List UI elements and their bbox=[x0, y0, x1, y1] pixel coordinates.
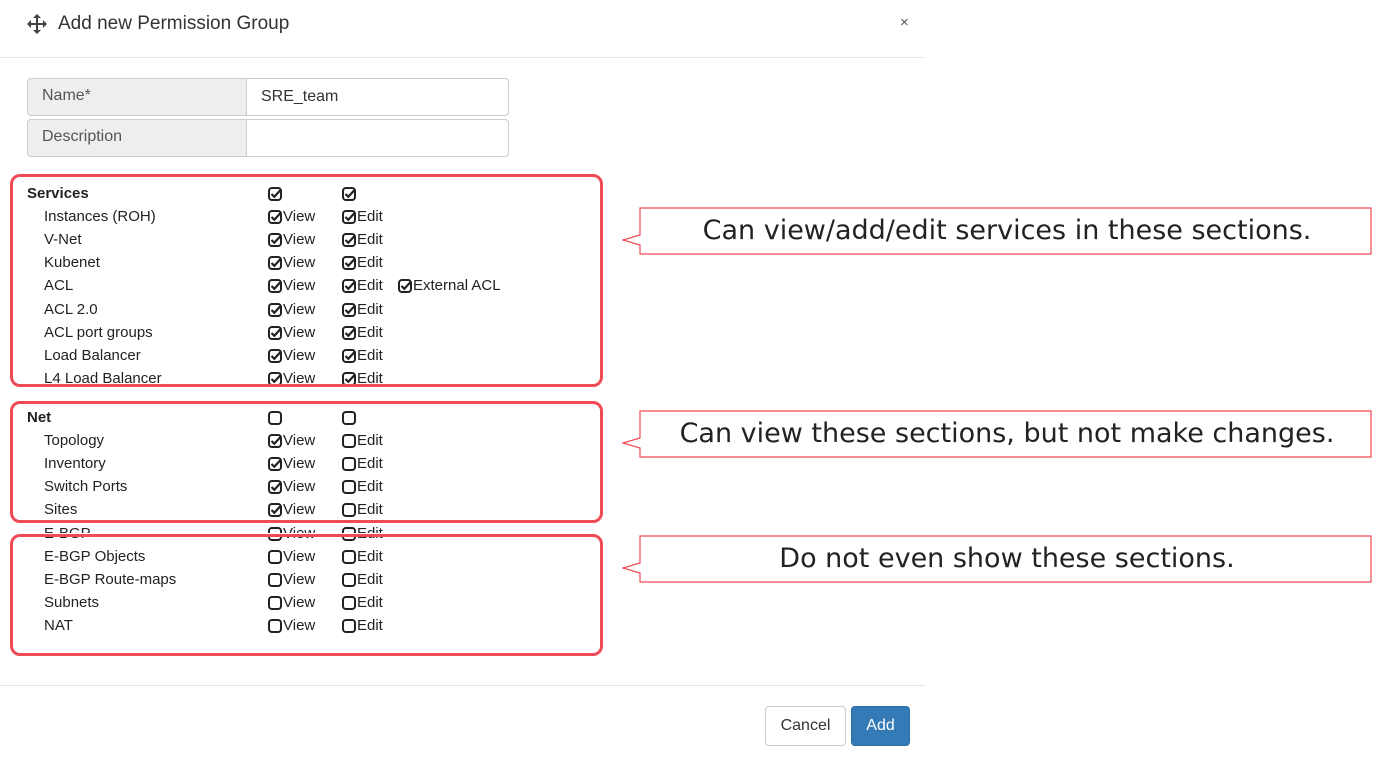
callout-services-text: Can view/add/edit services in these sect… bbox=[702, 215, 1312, 246]
close-icon[interactable]: × bbox=[900, 14, 909, 31]
name-label: Name* bbox=[42, 87, 91, 104]
hidden-sections-highlight-box bbox=[10, 534, 603, 656]
description-label-addon: Description bbox=[27, 119, 247, 157]
description-input[interactable] bbox=[246, 119, 509, 157]
modal-footer-divider bbox=[0, 685, 925, 686]
services-highlight-box bbox=[10, 174, 603, 387]
move-icon[interactable] bbox=[27, 14, 47, 34]
name-input[interactable] bbox=[246, 78, 509, 116]
dialog-title: Add new Permission Group bbox=[58, 13, 290, 34]
cancel-button[interactable]: Cancel bbox=[765, 706, 846, 746]
name-label-addon: Name* bbox=[27, 78, 247, 116]
name-row: Name* bbox=[27, 78, 511, 116]
callout-hidden-text: Do not even show these sections. bbox=[779, 543, 1235, 574]
modal-header: Add new Permission Group × bbox=[0, 0, 925, 58]
description-label: Description bbox=[42, 128, 123, 145]
net-view-highlight-box bbox=[10, 401, 603, 523]
callout-net-view-text: Can view these sections, but not make ch… bbox=[679, 418, 1335, 449]
add-button[interactable]: Add bbox=[851, 706, 910, 746]
description-row: Description bbox=[27, 119, 511, 157]
